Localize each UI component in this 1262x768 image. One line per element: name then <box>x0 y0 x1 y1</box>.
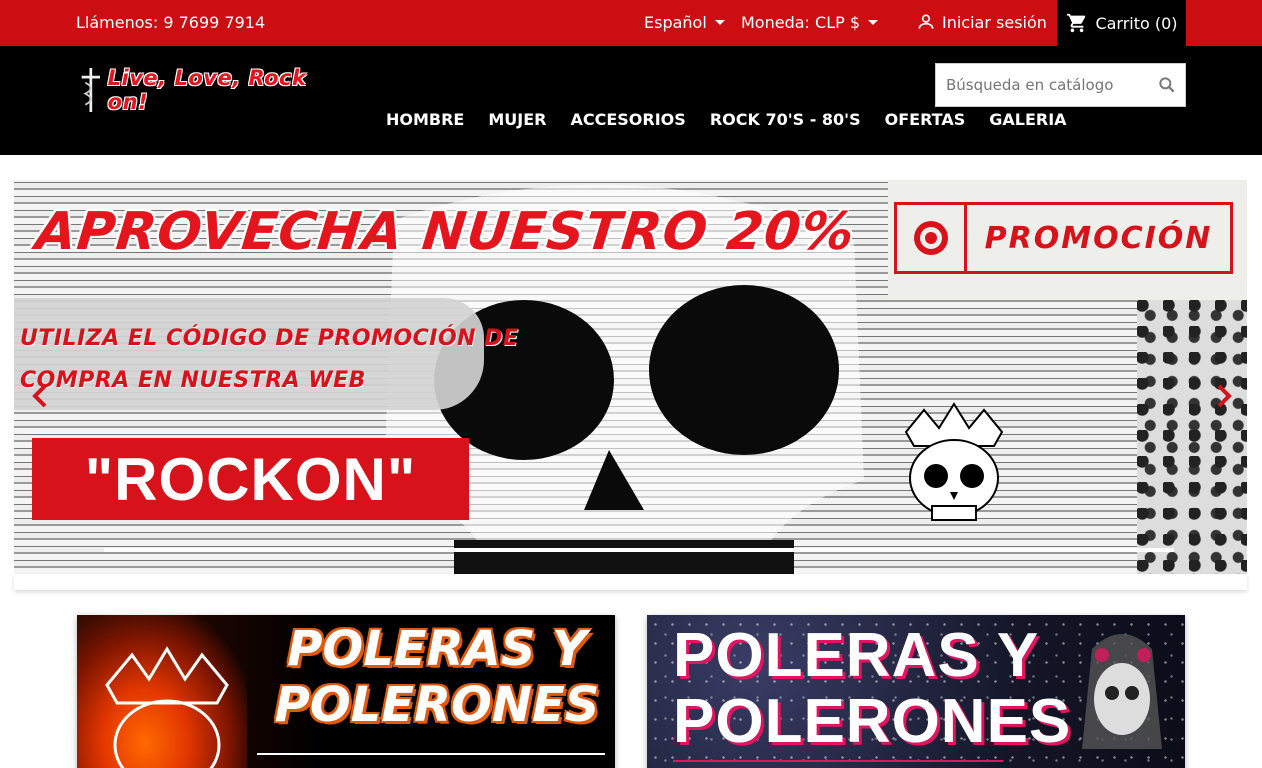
chevron-right-icon <box>1217 384 1232 408</box>
chevron-down-icon <box>714 20 725 25</box>
nav-item-hombre[interactable]: HOMBRE <box>386 110 464 129</box>
signin-label: Iniciar sesión <box>942 12 1047 32</box>
chevron-down-icon <box>868 20 879 25</box>
dagger-icon <box>81 68 100 112</box>
banner-men[interactable]: POLERAS Y POLERONES <box>77 615 615 768</box>
chevron-left-icon <box>32 384 47 408</box>
banner-women-title: POLERAS Y POLERONES <box>673 621 1072 756</box>
banner-men-title: POLERAS Y POLERONES <box>274 621 600 733</box>
hero-slider[interactable]: PROMOCIÓN APROVECHA NUESTRO 20% UTILIZA … <box>14 180 1247 574</box>
catrina-face-icon <box>1082 634 1162 749</box>
language-label: Español <box>644 13 707 32</box>
slider-next-button[interactable] <box>1212 382 1236 410</box>
brush-stroke <box>14 298 484 410</box>
nav-item-accesorios[interactable]: ACCESORIOS <box>570 110 685 129</box>
user-icon <box>918 14 934 29</box>
cart-label: Carrito (0) <box>1095 13 1178 33</box>
banner-divider <box>673 760 1003 762</box>
site-header: Live, Love, Rock on! HOMBRE MUJER ACCESO… <box>0 46 1262 155</box>
main-nav: HOMBRE MUJER ACCESORIOS ROCK 70'S - 80'S… <box>386 110 1067 129</box>
search-input[interactable] <box>936 64 1149 106</box>
banner-divider <box>257 753 605 755</box>
nav-item-mujer[interactable]: MUJER <box>488 110 546 129</box>
nav-item-ofertas[interactable]: OFERTAS <box>885 110 966 129</box>
promo-frame: PROMOCIÓN <box>894 202 1233 274</box>
currency-selector[interactable]: Moneda: CLP $ <box>741 13 879 32</box>
phone-number: Llámenos: 9 7699 7914 <box>76 13 266 32</box>
shopping-cart-icon <box>1067 13 1086 33</box>
search-icon <box>1159 77 1175 93</box>
banner-women[interactable]: POLERAS Y POLERONES <box>647 615 1185 768</box>
nav-item-rock-70s-80s[interactable]: ROCK 70'S - 80'S <box>710 110 861 129</box>
currency-label: Moneda: CLP $ <box>741 13 861 32</box>
crown-skull-icon <box>904 402 1004 521</box>
slider-footer <box>14 574 1247 590</box>
language-selector[interactable]: Español <box>644 13 725 32</box>
slider-progress-bar <box>104 548 1174 552</box>
promo-code: "ROCKON" <box>32 438 469 520</box>
nav-item-galeria[interactable]: GALERIA <box>989 110 1066 129</box>
top-bar: Llámenos: 9 7699 7914 Español Moneda: CL… <box>0 0 1262 46</box>
target-icon <box>897 205 967 271</box>
slider-headline: APROVECHA NUESTRO 20% <box>32 202 858 262</box>
logo-text: Live, Love, Rock on! <box>107 66 307 114</box>
crown-skull-icon <box>105 646 229 768</box>
search-button[interactable] <box>1149 64 1185 106</box>
signin-link[interactable]: Iniciar sesión <box>916 12 1047 32</box>
site-logo[interactable]: Live, Love, Rock on! <box>78 64 334 116</box>
leopard-pattern <box>1137 300 1247 574</box>
cart-button[interactable]: Carrito (0) <box>1057 0 1186 46</box>
promo-label: PROMOCIÓN <box>984 220 1213 256</box>
slider-subline-2: COMPRA EN NUESTRA WEB <box>20 368 366 393</box>
slider-subline-1: UTILIZA EL CÓDIGO DE PROMOCIÓN DE <box>20 326 519 351</box>
slider-prev-button[interactable] <box>28 382 52 410</box>
search-box <box>935 63 1186 107</box>
